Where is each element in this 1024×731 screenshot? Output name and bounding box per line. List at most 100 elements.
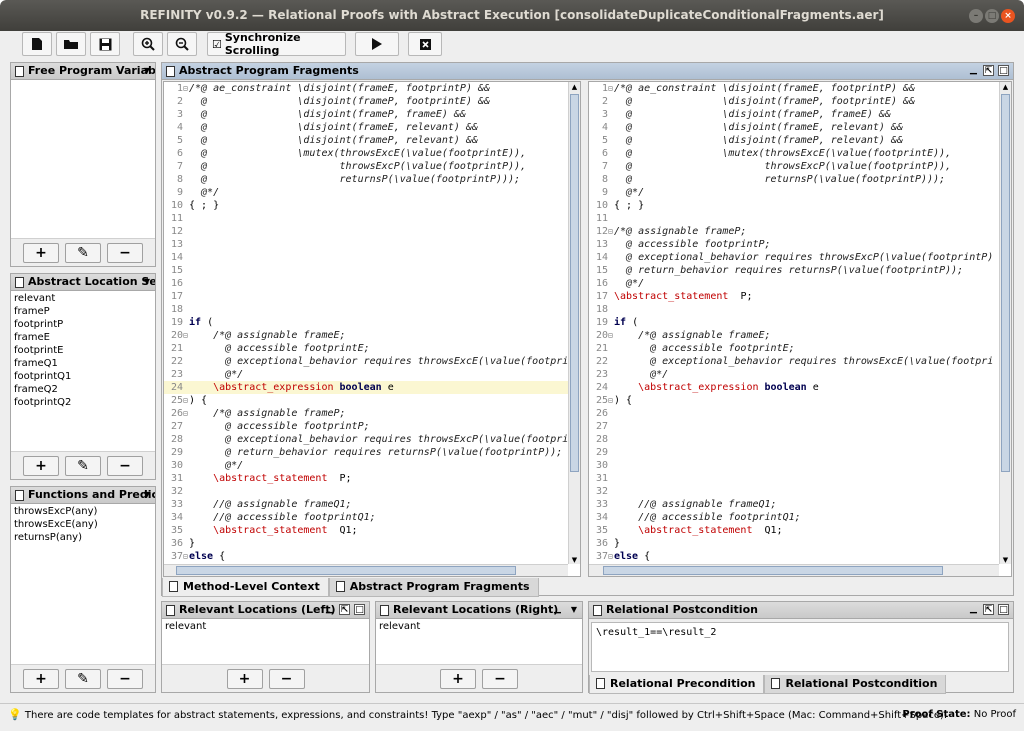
- left-program-editor[interactable]: 1⊟/*@ ae_constraint \disjoint(frameE, fo…: [163, 81, 581, 577]
- undock-icon[interactable]: ⇱: [983, 604, 994, 615]
- list-item[interactable]: footprintP: [12, 318, 154, 331]
- scroll-thumb[interactable]: [570, 94, 579, 472]
- code-line[interactable]: 3 @ \disjoint(frameP, frameE) &&: [164, 108, 568, 121]
- code-line[interactable]: 35 \abstract_statement Q1;: [589, 524, 999, 537]
- stop-button[interactable]: [408, 32, 442, 56]
- code-line[interactable]: 34 //@ accessible footprintQ1;: [164, 511, 568, 524]
- code-line[interactable]: 23 @*/: [164, 368, 568, 381]
- undock-icon[interactable]: ⇱: [339, 604, 350, 615]
- code-line[interactable]: 20⊟ /*@ assignable frameE;: [164, 329, 568, 342]
- code-line[interactable]: 25⊟) {: [164, 394, 568, 407]
- code-line[interactable]: 8 @ returnsP(\value(footprintP)));: [164, 173, 568, 186]
- relevant-left-list[interactable]: relevant: [163, 620, 368, 663]
- free-variables-list[interactable]: [12, 81, 154, 237]
- dropdown-arrow-icon[interactable]: ▼: [571, 602, 577, 618]
- remove-button[interactable]: −: [107, 668, 143, 689]
- list-item[interactable]: relevant: [12, 292, 154, 305]
- code-line[interactable]: 17: [164, 290, 568, 303]
- maximize-icon[interactable]: □: [985, 9, 999, 23]
- code-line[interactable]: 9 @*/: [164, 186, 568, 199]
- code-line[interactable]: 32: [589, 485, 999, 498]
- code-line[interactable]: 6 @ \mutex(throwsExcE(\value(footprintE)…: [164, 147, 568, 160]
- code-line[interactable]: 8 @ returnsP(\value(footprintP)));: [589, 173, 999, 186]
- left-code-lines[interactable]: 1⊟/*@ ae_constraint \disjoint(frameE, fo…: [164, 82, 568, 563]
- code-line[interactable]: 36}: [589, 537, 999, 550]
- code-line[interactable]: 31 \abstract_statement P;: [164, 472, 568, 485]
- code-line[interactable]: 22 @ exceptional_behavior requires throw…: [589, 355, 999, 368]
- tab-relational-precondition[interactable]: Relational Precondition: [589, 675, 765, 694]
- edit-button[interactable]: ✎: [65, 668, 101, 689]
- code-line[interactable]: 26: [589, 407, 999, 420]
- maximize-panel-icon[interactable]: □: [998, 65, 1009, 76]
- code-line[interactable]: 1⊟/*@ ae_constraint \disjoint(frameE, fo…: [589, 82, 999, 95]
- code-line[interactable]: 21 @ accessible footprintE;: [164, 342, 568, 355]
- minimize-panel-icon[interactable]: ▁: [552, 604, 563, 615]
- maximize-panel-icon[interactable]: □: [998, 604, 1009, 615]
- abstract-location-header[interactable]: Abstract Location Set ▼: [11, 274, 155, 291]
- undock-icon[interactable]: ⇱: [983, 65, 994, 76]
- code-line[interactable]: 2 @ \disjoint(frameP, footprintE) &&: [589, 95, 999, 108]
- code-line[interactable]: 33 //@ assignable frameQ1;: [589, 498, 999, 511]
- edit-button[interactable]: ✎: [65, 455, 101, 476]
- code-line[interactable]: 4 @ \disjoint(frameE, relevant) &&: [589, 121, 999, 134]
- code-line[interactable]: 24 \abstract_expression boolean e: [164, 381, 568, 394]
- relevant-right-list[interactable]: relevant: [377, 620, 581, 663]
- free-variables-header[interactable]: Free Program Variabl ▼: [11, 63, 155, 80]
- code-line[interactable]: 31: [589, 472, 999, 485]
- code-line[interactable]: 5 @ \disjoint(frameP, relevant) &&: [164, 134, 568, 147]
- list-item[interactable]: frameQ1: [12, 357, 154, 370]
- functions-list[interactable]: throwsExcP(any) throwsExcE(any) returnsP(a…: [12, 505, 154, 663]
- dropdown-arrow-icon[interactable]: ▼: [144, 63, 150, 79]
- code-line[interactable]: 11: [164, 212, 568, 225]
- code-line[interactable]: 27 @ accessible footprintP;: [164, 420, 568, 433]
- scroll-thumb[interactable]: [603, 566, 943, 575]
- remove-button[interactable]: −: [107, 455, 143, 476]
- code-line[interactable]: 25⊟) {: [589, 394, 999, 407]
- close-icon[interactable]: ×: [1001, 9, 1015, 23]
- code-line[interactable]: 20⊟ /*@ assignable frameE;: [589, 329, 999, 342]
- left-horizontal-scrollbar[interactable]: [164, 564, 568, 576]
- code-line[interactable]: 17 \abstract_statement P;: [589, 290, 999, 303]
- code-line[interactable]: 12: [164, 225, 568, 238]
- list-item[interactable]: frameP: [12, 305, 154, 318]
- code-line[interactable]: 30: [589, 459, 999, 472]
- code-line[interactable]: 36}: [164, 537, 568, 550]
- code-line[interactable]: 4 @ \disjoint(frameE, relevant) &&: [164, 121, 568, 134]
- zoom-in-button[interactable]: [133, 32, 163, 56]
- list-item[interactable]: footprintQ1: [12, 370, 154, 383]
- code-line[interactable]: 2 @ \disjoint(frameP, footprintE) &&: [164, 95, 568, 108]
- list-item[interactable]: frameE: [12, 331, 154, 344]
- code-line[interactable]: 32: [164, 485, 568, 498]
- open-button[interactable]: [56, 32, 86, 56]
- code-line[interactable]: 27: [589, 420, 999, 433]
- code-line[interactable]: 19 if (: [589, 316, 999, 329]
- run-button[interactable]: [355, 32, 399, 56]
- code-line[interactable]: 15: [164, 264, 568, 277]
- list-item[interactable]: returnsP(any): [12, 531, 154, 544]
- code-line[interactable]: 15 @ return_behavior requires returnsP(\…: [589, 264, 999, 277]
- code-line[interactable]: 3 @ \disjoint(frameP, frameE) &&: [589, 108, 999, 121]
- right-code-lines[interactable]: 1⊟/*@ ae_constraint \disjoint(frameE, fo…: [589, 82, 999, 563]
- code-line[interactable]: 1⊟/*@ ae_constraint \disjoint(frameE, fo…: [164, 82, 568, 95]
- code-line[interactable]: 16: [164, 277, 568, 290]
- dropdown-arrow-icon[interactable]: ▼: [144, 487, 150, 503]
- code-line[interactable]: 7 @ throwsExcP(\value(footprintP)),: [164, 160, 568, 173]
- add-button[interactable]: +: [23, 242, 59, 263]
- code-line[interactable]: 16 @*/: [589, 277, 999, 290]
- right-horizontal-scrollbar[interactable]: [589, 564, 999, 576]
- code-line[interactable]: 23 @*/: [589, 368, 999, 381]
- code-line[interactable]: 28 @ exceptional_behavior requires throw…: [164, 433, 568, 446]
- code-line[interactable]: 11: [589, 212, 999, 225]
- code-line[interactable]: 29: [589, 446, 999, 459]
- code-line[interactable]: 14 @ exceptional_behavior requires throw…: [589, 251, 999, 264]
- remove-button[interactable]: −: [482, 668, 518, 689]
- code-line[interactable]: 19 if (: [164, 316, 568, 329]
- scroll-up-icon[interactable]: ▲: [569, 82, 580, 93]
- code-line[interactable]: 18: [164, 303, 568, 316]
- scroll-down-icon[interactable]: ▼: [569, 556, 580, 564]
- zoom-out-button[interactable]: [167, 32, 197, 56]
- list-item[interactable]: footprintQ2: [12, 396, 154, 409]
- minimize-panel-icon[interactable]: ▁: [968, 65, 979, 76]
- code-line[interactable]: 5 @ \disjoint(frameP, relevant) &&: [589, 134, 999, 147]
- list-item[interactable]: throwsExcP(any): [12, 505, 154, 518]
